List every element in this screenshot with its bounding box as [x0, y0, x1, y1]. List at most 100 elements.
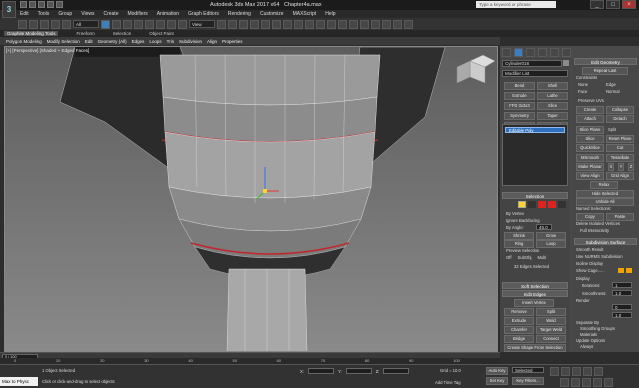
smoothness-spinner[interactable]: 1.0 [612, 290, 632, 296]
preserve-uvs-checkbox[interactable]: Preserve UVs [578, 98, 604, 103]
attach-button[interactable]: Attach [576, 115, 604, 123]
go-to-start-icon[interactable] [550, 367, 559, 376]
rendered-frame-icon[interactable] [393, 19, 402, 29]
x-field[interactable] [307, 368, 334, 374]
reset-plane-button[interactable]: Reset Plane [606, 135, 634, 143]
zoom-all-icon[interactable] [571, 378, 580, 387]
modifier-list-dropdown[interactable]: Modifier List [502, 70, 568, 77]
preview-subobj-radio[interactable]: SubObj [518, 255, 532, 260]
bridge-button[interactable]: Bridge [504, 335, 534, 343]
search-input[interactable]: Type a keyword or phrase [476, 1, 556, 8]
relax-button[interactable]: Relax [590, 181, 618, 189]
ignore-backfacing-checkbox[interactable]: Ignore Backfacing [506, 218, 540, 223]
create-tab-icon[interactable] [502, 48, 511, 57]
repeat-last-button[interactable]: Repeat Last [582, 67, 628, 75]
menu-modifiers[interactable]: Modifiers [127, 11, 147, 17]
materials-checkbox[interactable]: Materials [580, 332, 597, 337]
unhide-all-button[interactable]: Unhide All [576, 198, 634, 206]
vertex-mode-icon[interactable] [518, 201, 526, 208]
app-logo-icon[interactable]: 3 [2, 1, 16, 18]
pan-icon[interactable] [582, 378, 591, 387]
ribbon-properties[interactable]: Properties [222, 39, 243, 44]
perspective-viewport[interactable] [4, 46, 498, 352]
use-nurms-checkbox[interactable]: Use NURMS Subdivision [576, 254, 623, 259]
ribbon-edit[interactable]: Edit [85, 39, 93, 44]
make-planar-button[interactable]: Make Planar [576, 163, 604, 171]
smoothing-groups-checkbox[interactable]: Smoothing Groups [580, 326, 615, 331]
render-setup-icon[interactable] [382, 19, 391, 29]
rectangle-region-icon[interactable] [123, 19, 132, 29]
shrink-button[interactable]: Shrink [504, 232, 534, 240]
subdivision-surface-header[interactable]: Subdivision Surface [574, 238, 637, 245]
open-file-icon[interactable] [29, 1, 36, 8]
curve-editor-icon[interactable] [349, 19, 358, 29]
ring-button[interactable]: Ring [504, 240, 534, 248]
new-file-icon[interactable] [20, 1, 27, 8]
motion-tab-icon[interactable] [538, 48, 547, 57]
render-iterations-spinner[interactable]: 0 [612, 304, 632, 310]
smooth-result-checkbox[interactable]: Smooth Result [576, 247, 603, 252]
grow-button[interactable]: Grow [536, 232, 566, 240]
ribbon-edges[interactable]: Edges [132, 39, 145, 44]
element-mode-icon[interactable] [558, 201, 566, 208]
close-button[interactable]: × [622, 0, 636, 9]
utilities-tab-icon[interactable] [562, 48, 571, 57]
menu-group[interactable]: Group [58, 11, 72, 17]
menu-rendering[interactable]: Rendering [228, 11, 251, 17]
undo-icon[interactable] [47, 1, 54, 8]
slice-plane-button[interactable]: Slice Plane [576, 126, 604, 134]
tab-selection[interactable]: Selection [113, 31, 132, 36]
percent-snap-icon[interactable] [272, 19, 281, 29]
msmooth-button[interactable]: MSmooth [576, 154, 604, 162]
set-key-button[interactable]: Set Key [486, 377, 508, 385]
constraint-edge-radio[interactable]: Edge [606, 82, 616, 87]
next-frame-icon[interactable] [583, 367, 592, 376]
menu-customize[interactable]: Customize [260, 11, 284, 17]
render-smoothness-spinner[interactable]: 1.0 [612, 312, 632, 318]
menu-help[interactable]: Help [325, 11, 335, 17]
tab-graphite-modeling[interactable]: Graphite Modeling Tools [4, 31, 59, 36]
extrude-edge-button[interactable]: Extrude [504, 317, 534, 325]
slice-button-geom[interactable]: Slice [576, 135, 604, 143]
edit-geometry-rollout-header[interactable]: Edit Geometry [574, 58, 637, 65]
ribbon-tris[interactable]: Tris [167, 39, 174, 44]
polygon-mode-icon[interactable] [548, 201, 556, 208]
menu-edit[interactable]: Edit [20, 11, 29, 17]
select-object-icon[interactable] [101, 19, 110, 29]
reference-coord-dropdown[interactable]: View [189, 20, 215, 28]
remove-button[interactable]: Remove [504, 308, 534, 316]
tab-freeform[interactable]: Freeform [76, 31, 94, 36]
quickslice-button[interactable]: QuickSlice [576, 144, 604, 152]
create-button[interactable]: Create [576, 106, 604, 114]
bind-space-warp-icon[interactable] [62, 19, 71, 29]
lathe-button[interactable]: Lathe [537, 92, 568, 100]
ribbon-polygon-modeling[interactable]: Polygon Modeling [6, 39, 42, 44]
hierarchy-tab-icon[interactable] [526, 48, 535, 57]
add-time-tag[interactable]: Add Time Tag [435, 380, 461, 385]
redo-icon[interactable] [29, 19, 38, 29]
menu-graph-editors[interactable]: Graph Editors [188, 11, 219, 17]
split-checkbox[interactable]: Split [608, 127, 616, 132]
chamfer-button[interactable]: Chamfer [504, 326, 534, 334]
constraint-face-radio[interactable]: Face [578, 89, 587, 94]
z-button[interactable]: Z [628, 163, 634, 171]
tessellate-button[interactable]: Tessellate [606, 154, 634, 162]
object-name-field[interactable]: Cylinder018 [502, 60, 562, 67]
insert-vertex-button[interactable]: Insert Vertex [514, 299, 554, 307]
layer-explorer-icon[interactable] [338, 19, 347, 29]
y-button[interactable]: Y [618, 163, 624, 171]
preview-off-radio[interactable]: Off [506, 255, 512, 260]
viewport-label[interactable]: [+] [Perspective] [Shaded + Edged Faces] [6, 48, 89, 53]
cage-color-swatch[interactable] [618, 268, 624, 273]
edit-edges-rollout-header[interactable]: Edit Edges [502, 290, 568, 297]
material-editor-icon[interactable] [371, 19, 380, 29]
schematic-view-icon[interactable] [360, 19, 369, 29]
save-file-icon[interactable] [38, 1, 45, 8]
paste-button[interactable]: Paste [606, 213, 634, 221]
grid-align-button[interactable]: Grid Align [606, 172, 634, 180]
ribbon-loops[interactable]: Loops [149, 39, 161, 44]
z-field[interactable] [383, 368, 410, 374]
loop-button[interactable]: Loop [536, 240, 566, 248]
copy-button[interactable]: Copy [576, 213, 604, 221]
redo-icon[interactable] [56, 1, 63, 8]
